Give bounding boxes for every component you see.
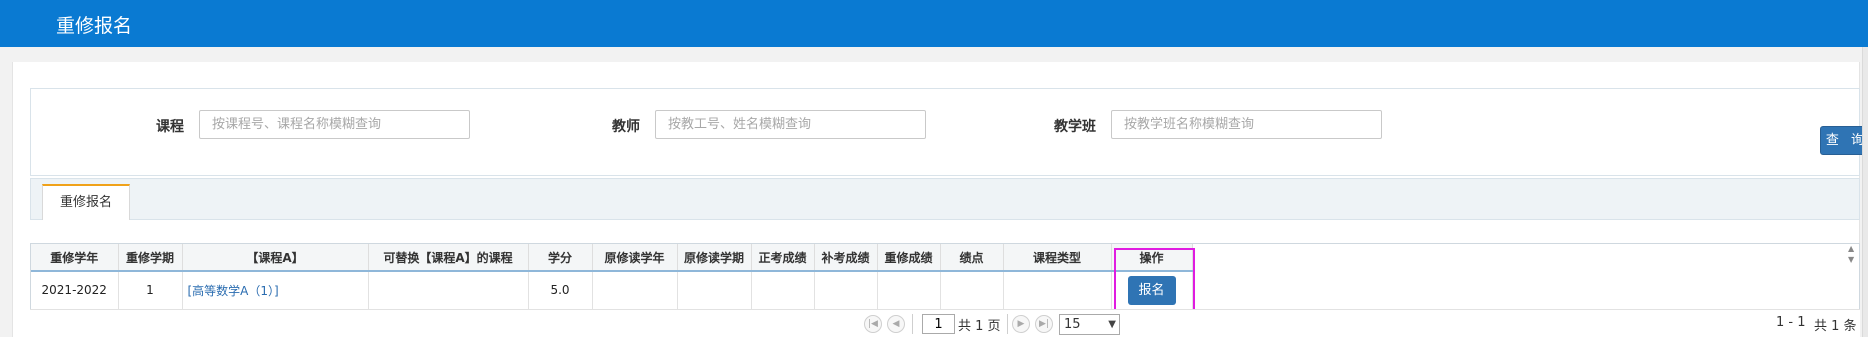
action-highlight-box (1114, 248, 1195, 318)
window-scrollbar[interactable] (1862, 47, 1868, 337)
col-header[interactable]: 原修读学年 (592, 244, 678, 272)
cell-orig-term (677, 271, 752, 310)
cell-term: 1 (118, 271, 183, 310)
page-size-select[interactable]: 15 ▼ (1059, 314, 1120, 335)
col-header[interactable]: 重修学期 (118, 244, 183, 272)
tab-bar (30, 178, 1860, 220)
cell-credit: 5.0 (528, 271, 593, 310)
col-header[interactable]: 课程类型 (1003, 244, 1112, 272)
cell-orig-year (592, 271, 678, 310)
next-page-icon[interactable]: ▶ (1012, 315, 1030, 333)
cell-year: 2021-2022 (31, 271, 119, 310)
query-button[interactable]: 查 询 (1820, 126, 1868, 155)
course-label: 课程 (156, 119, 184, 135)
course-search-input[interactable] (199, 110, 470, 139)
cell-makeup-score (814, 271, 878, 310)
cell-gpa (940, 271, 1004, 310)
record-range-text: 1 - 1 (1776, 315, 1806, 330)
col-header[interactable]: 重修学年 (31, 244, 119, 272)
page-title: 重修报名 (56, 15, 133, 37)
col-header[interactable]: 重修成绩 (877, 244, 941, 272)
teacher-label: 教师 (612, 119, 640, 135)
pager-divider (1007, 314, 1008, 334)
col-header[interactable]: 绩点 (940, 244, 1004, 272)
app-header: 重修报名 (0, 0, 1868, 47)
total-pages-text: 共 1 页 (958, 319, 1001, 334)
col-header[interactable]: 原修读学期 (677, 244, 752, 272)
tab-retake-enroll[interactable]: 重修报名 (42, 184, 130, 220)
table-header-row: 重修学年 重修学期 【课程A】 可替换【课程A】的课程 学分 原修读学年 原修读… (31, 244, 1193, 272)
col-header[interactable]: 学分 (528, 244, 593, 272)
record-total-text: 共 1 条 (1814, 319, 1857, 334)
col-header[interactable]: 正考成绩 (751, 244, 815, 272)
cell-course: [高等数学A（1）] (182, 271, 369, 310)
pager-divider (912, 314, 913, 334)
page-size-value: 15 (1064, 317, 1081, 332)
cell-regular-score (751, 271, 815, 310)
table-row[interactable]: 2021-2022 1 [高等数学A（1）] 5.0 报名 (31, 271, 1193, 310)
class-search-input[interactable] (1111, 110, 1382, 139)
col-header[interactable]: 补考成绩 (814, 244, 878, 272)
teacher-search-input[interactable] (655, 110, 926, 139)
page-number-input[interactable] (922, 314, 955, 334)
scroll-up-icon[interactable]: ▲ (1848, 244, 1854, 253)
col-header[interactable]: 可替换【课程A】的课程 (368, 244, 529, 272)
prev-page-icon[interactable]: ◀ (887, 315, 905, 333)
class-label: 教学班 (1054, 119, 1096, 135)
course-link[interactable]: [高等数学A（1）] (188, 284, 279, 298)
col-header[interactable]: 【课程A】 (182, 244, 369, 272)
first-page-icon[interactable]: |◀ (864, 315, 882, 333)
cell-replace-course (368, 271, 529, 310)
last-page-icon[interactable]: ▶| (1035, 315, 1053, 333)
cell-retake-score (877, 271, 941, 310)
cell-course-type (1003, 271, 1112, 310)
chevron-down-icon: ▼ (1108, 319, 1116, 330)
scroll-down-icon[interactable]: ▼ (1848, 255, 1854, 264)
